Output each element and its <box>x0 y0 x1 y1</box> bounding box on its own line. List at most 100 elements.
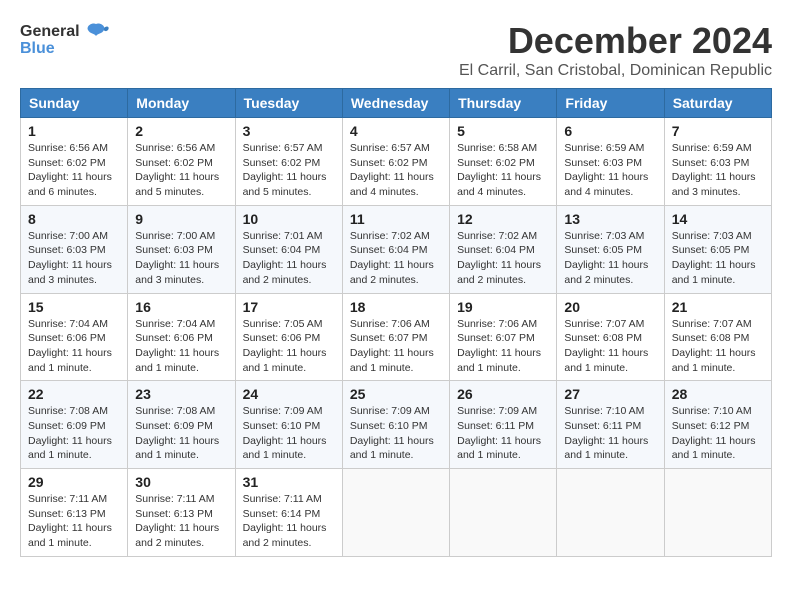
calendar-cell: 2 Sunrise: 6:56 AM Sunset: 6:02 PM Dayli… <box>128 118 235 206</box>
day-number: 10 <box>243 211 335 227</box>
day-number: 21 <box>672 299 764 315</box>
day-info: Sunrise: 6:59 AM Sunset: 6:03 PM Dayligh… <box>672 141 764 200</box>
day-info: Sunrise: 7:07 AM Sunset: 6:08 PM Dayligh… <box>672 317 764 376</box>
calendar-cell: 28 Sunrise: 7:10 AM Sunset: 6:12 PM Dayl… <box>664 381 771 469</box>
calendar-cell: 6 Sunrise: 6:59 AM Sunset: 6:03 PM Dayli… <box>557 118 664 206</box>
calendar-week-5: 29 Sunrise: 7:11 AM Sunset: 6:13 PM Dayl… <box>21 469 772 557</box>
day-number: 29 <box>28 474 120 490</box>
day-number: 30 <box>135 474 227 490</box>
day-number: 27 <box>564 386 656 402</box>
day-number: 23 <box>135 386 227 402</box>
day-info: Sunrise: 6:57 AM Sunset: 6:02 PM Dayligh… <box>350 141 442 200</box>
calendar-cell: 22 Sunrise: 7:08 AM Sunset: 6:09 PM Dayl… <box>21 381 128 469</box>
day-info: Sunrise: 7:11 AM Sunset: 6:14 PM Dayligh… <box>243 492 335 551</box>
calendar-week-3: 15 Sunrise: 7:04 AM Sunset: 6:06 PM Dayl… <box>21 293 772 381</box>
calendar-cell: 5 Sunrise: 6:58 AM Sunset: 6:02 PM Dayli… <box>450 118 557 206</box>
calendar-cell: 16 Sunrise: 7:04 AM Sunset: 6:06 PM Dayl… <box>128 293 235 381</box>
day-number: 2 <box>135 123 227 139</box>
calendar-cell: 18 Sunrise: 7:06 AM Sunset: 6:07 PM Dayl… <box>342 293 449 381</box>
day-number: 8 <box>28 211 120 227</box>
day-info: Sunrise: 7:10 AM Sunset: 6:12 PM Dayligh… <box>672 404 764 463</box>
col-header-thursday: Thursday <box>450 89 557 118</box>
logo: General Blue <box>20 20 110 58</box>
calendar-cell: 24 Sunrise: 7:09 AM Sunset: 6:10 PM Dayl… <box>235 381 342 469</box>
calendar-week-4: 22 Sunrise: 7:08 AM Sunset: 6:09 PM Dayl… <box>21 381 772 469</box>
calendar-cell: 21 Sunrise: 7:07 AM Sunset: 6:08 PM Dayl… <box>664 293 771 381</box>
calendar-cell: 29 Sunrise: 7:11 AM Sunset: 6:13 PM Dayl… <box>21 469 128 557</box>
day-info: Sunrise: 7:04 AM Sunset: 6:06 PM Dayligh… <box>135 317 227 376</box>
day-number: 11 <box>350 211 442 227</box>
day-number: 14 <box>672 211 764 227</box>
calendar-cell: 13 Sunrise: 7:03 AM Sunset: 6:05 PM Dayl… <box>557 205 664 293</box>
calendar-cell: 17 Sunrise: 7:05 AM Sunset: 6:06 PM Dayl… <box>235 293 342 381</box>
logo-bird-icon <box>82 20 110 44</box>
day-info: Sunrise: 6:56 AM Sunset: 6:02 PM Dayligh… <box>135 141 227 200</box>
col-header-tuesday: Tuesday <box>235 89 342 118</box>
day-info: Sunrise: 7:06 AM Sunset: 6:07 PM Dayligh… <box>350 317 442 376</box>
day-number: 20 <box>564 299 656 315</box>
calendar-cell: 1 Sunrise: 6:56 AM Sunset: 6:02 PM Dayli… <box>21 118 128 206</box>
day-info: Sunrise: 7:07 AM Sunset: 6:08 PM Dayligh… <box>564 317 656 376</box>
day-number: 17 <box>243 299 335 315</box>
day-info: Sunrise: 7:03 AM Sunset: 6:05 PM Dayligh… <box>672 229 764 288</box>
day-info: Sunrise: 7:02 AM Sunset: 6:04 PM Dayligh… <box>350 229 442 288</box>
day-info: Sunrise: 7:08 AM Sunset: 6:09 PM Dayligh… <box>28 404 120 463</box>
calendar-cell: 7 Sunrise: 6:59 AM Sunset: 6:03 PM Dayli… <box>664 118 771 206</box>
page-header: General Blue December 2024 El Carril, Sa… <box>20 20 772 80</box>
day-info: Sunrise: 6:59 AM Sunset: 6:03 PM Dayligh… <box>564 141 656 200</box>
calendar-table: SundayMondayTuesdayWednesdayThursdayFrid… <box>20 88 772 557</box>
day-number: 31 <box>243 474 335 490</box>
calendar-cell <box>450 469 557 557</box>
col-header-friday: Friday <box>557 89 664 118</box>
day-number: 5 <box>457 123 549 139</box>
day-info: Sunrise: 7:10 AM Sunset: 6:11 PM Dayligh… <box>564 404 656 463</box>
day-info: Sunrise: 7:08 AM Sunset: 6:09 PM Dayligh… <box>135 404 227 463</box>
col-header-saturday: Saturday <box>664 89 771 118</box>
day-info: Sunrise: 7:03 AM Sunset: 6:05 PM Dayligh… <box>564 229 656 288</box>
calendar-header-row: SundayMondayTuesdayWednesdayThursdayFrid… <box>21 89 772 118</box>
day-info: Sunrise: 6:57 AM Sunset: 6:02 PM Dayligh… <box>243 141 335 200</box>
day-info: Sunrise: 7:01 AM Sunset: 6:04 PM Dayligh… <box>243 229 335 288</box>
location-title: El Carril, San Cristobal, Dominican Repu… <box>459 62 772 80</box>
col-header-wednesday: Wednesday <box>342 89 449 118</box>
calendar-cell <box>557 469 664 557</box>
day-number: 25 <box>350 386 442 402</box>
calendar-cell: 4 Sunrise: 6:57 AM Sunset: 6:02 PM Dayli… <box>342 118 449 206</box>
day-info: Sunrise: 6:58 AM Sunset: 6:02 PM Dayligh… <box>457 141 549 200</box>
title-section: December 2024 El Carril, San Cristobal, … <box>459 20 772 80</box>
day-number: 1 <box>28 123 120 139</box>
day-number: 9 <box>135 211 227 227</box>
calendar-cell: 8 Sunrise: 7:00 AM Sunset: 6:03 PM Dayli… <box>21 205 128 293</box>
calendar-cell: 26 Sunrise: 7:09 AM Sunset: 6:11 PM Dayl… <box>450 381 557 469</box>
calendar-cell: 3 Sunrise: 6:57 AM Sunset: 6:02 PM Dayli… <box>235 118 342 206</box>
calendar-cell: 9 Sunrise: 7:00 AM Sunset: 6:03 PM Dayli… <box>128 205 235 293</box>
calendar-cell: 30 Sunrise: 7:11 AM Sunset: 6:13 PM Dayl… <box>128 469 235 557</box>
calendar-cell: 20 Sunrise: 7:07 AM Sunset: 6:08 PM Dayl… <box>557 293 664 381</box>
calendar-cell: 31 Sunrise: 7:11 AM Sunset: 6:14 PM Dayl… <box>235 469 342 557</box>
calendar-cell: 25 Sunrise: 7:09 AM Sunset: 6:10 PM Dayl… <box>342 381 449 469</box>
day-number: 19 <box>457 299 549 315</box>
day-number: 13 <box>564 211 656 227</box>
day-number: 3 <box>243 123 335 139</box>
day-number: 24 <box>243 386 335 402</box>
month-title: December 2024 <box>459 20 772 62</box>
day-info: Sunrise: 7:11 AM Sunset: 6:13 PM Dayligh… <box>28 492 120 551</box>
logo-blue: Blue <box>20 40 55 58</box>
day-number: 12 <box>457 211 549 227</box>
day-number: 28 <box>672 386 764 402</box>
day-info: Sunrise: 7:00 AM Sunset: 6:03 PM Dayligh… <box>28 229 120 288</box>
calendar-week-2: 8 Sunrise: 7:00 AM Sunset: 6:03 PM Dayli… <box>21 205 772 293</box>
calendar-cell: 12 Sunrise: 7:02 AM Sunset: 6:04 PM Dayl… <box>450 205 557 293</box>
day-info: Sunrise: 7:00 AM Sunset: 6:03 PM Dayligh… <box>135 229 227 288</box>
day-info: Sunrise: 7:05 AM Sunset: 6:06 PM Dayligh… <box>243 317 335 376</box>
calendar-cell: 27 Sunrise: 7:10 AM Sunset: 6:11 PM Dayl… <box>557 381 664 469</box>
day-number: 18 <box>350 299 442 315</box>
calendar-week-1: 1 Sunrise: 6:56 AM Sunset: 6:02 PM Dayli… <box>21 118 772 206</box>
day-info: Sunrise: 6:56 AM Sunset: 6:02 PM Dayligh… <box>28 141 120 200</box>
calendar-cell <box>342 469 449 557</box>
day-info: Sunrise: 7:09 AM Sunset: 6:10 PM Dayligh… <box>243 404 335 463</box>
calendar-cell: 19 Sunrise: 7:06 AM Sunset: 6:07 PM Dayl… <box>450 293 557 381</box>
calendar-cell <box>664 469 771 557</box>
day-info: Sunrise: 7:06 AM Sunset: 6:07 PM Dayligh… <box>457 317 549 376</box>
calendar-cell: 10 Sunrise: 7:01 AM Sunset: 6:04 PM Dayl… <box>235 205 342 293</box>
